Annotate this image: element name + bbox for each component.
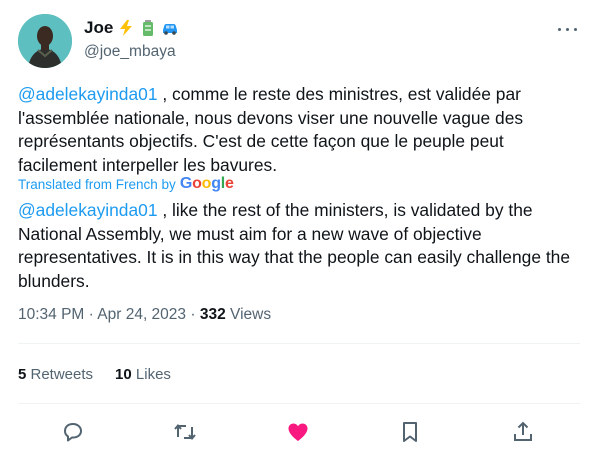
lightning-emoji-icon: [120, 20, 133, 36]
reply-icon[interactable]: [61, 420, 85, 444]
mention-link[interactable]: @adelekayinda01: [18, 84, 158, 104]
translation-label[interactable]: Translated from French by Google: [18, 174, 234, 194]
display-name-row: Joe: [84, 16, 179, 40]
bookmark-icon[interactable]: [398, 420, 422, 444]
views-count: 332: [199, 306, 226, 323]
meta-separator: ·: [84, 306, 98, 323]
google-logo: Google: [179, 175, 234, 192]
action-bar: [0, 414, 598, 448]
author-names: Joe @joe_mbaya: [84, 16, 179, 61]
tweet-date[interactable]: Apr 24, 2023: [97, 306, 186, 323]
translated-text: @adelekayinda01 , like the rest of the m…: [18, 199, 586, 293]
tweet-text: @adelekayinda01 , comme le reste des min…: [18, 83, 586, 177]
car-emoji-icon: [163, 24, 178, 35]
retweets-label: Retweets: [26, 366, 94, 383]
author-handle[interactable]: @joe_mbaya: [84, 43, 179, 61]
more-options-icon[interactable]: [556, 20, 580, 38]
tweet-header: Joe @joe_mbaya: [18, 14, 598, 70]
like-icon[interactable]: [286, 420, 310, 444]
retweets-stat[interactable]: 5 Retweets: [18, 366, 93, 383]
tweet-stats: 5 Retweets 10 Likes: [18, 366, 193, 383]
views-label: Views: [225, 306, 272, 323]
tweet-time[interactable]: 10:34 PM: [18, 306, 84, 323]
likes-label: Likes: [131, 366, 171, 383]
avatar[interactable]: [18, 14, 72, 68]
divider: [18, 343, 580, 344]
share-icon[interactable]: [511, 420, 535, 444]
retweet-icon[interactable]: [173, 420, 197, 444]
tweet-meta: 10:34 PM · Apr 24, 2023 · 332 Views: [18, 306, 271, 324]
divider: [18, 403, 580, 404]
likes-count: 10: [115, 366, 132, 383]
translated-mention-link[interactable]: @adelekayinda01: [18, 200, 158, 220]
meta-separator: ·: [186, 306, 200, 323]
likes-stat[interactable]: 10 Likes: [115, 366, 171, 383]
display-name[interactable]: Joe: [84, 18, 113, 38]
translated-from-label: Translated from French by: [18, 176, 176, 192]
battery-emoji-icon: [143, 20, 154, 36]
